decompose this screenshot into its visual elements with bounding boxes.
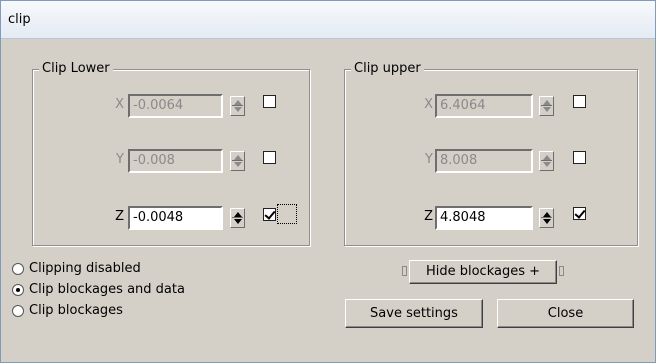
upper-y-spinner[interactable]: [539, 151, 554, 171]
clip-lower-title: Clip Lower: [39, 61, 113, 77]
lower-z-label: Z: [115, 209, 124, 224]
window-title: clip: [8, 12, 31, 27]
lower-z-input[interactable]: -0.0048: [128, 206, 223, 230]
toggle-right-handle: [559, 266, 564, 276]
radio-label: Clip blockages and data: [29, 282, 185, 297]
spin-down-icon: [543, 219, 551, 224]
close-button[interactable]: Close: [497, 299, 634, 328]
lower-z-spinner[interactable]: [230, 208, 245, 228]
upper-y-input[interactable]: 8.008: [435, 149, 533, 173]
lower-y-checkbox[interactable]: [263, 151, 276, 164]
upper-y-label: Y: [425, 152, 433, 167]
lower-y-input[interactable]: -0.008: [128, 149, 223, 173]
radio-indicator[interactable]: [12, 263, 24, 275]
spin-down-icon: [543, 162, 551, 167]
spin-down-icon: [234, 162, 242, 167]
toggle-left-handle: [402, 266, 407, 276]
hide-blockages-button[interactable]: Hide blockages +: [409, 260, 557, 284]
lower-x-label: X: [115, 97, 124, 112]
lower-x-input[interactable]: -0.0064: [128, 94, 223, 118]
upper-y-checkbox[interactable]: [573, 151, 586, 164]
radio-label: Clip blockages: [29, 303, 123, 318]
clip-upper-title: Clip upper: [351, 61, 424, 77]
upper-x-checkbox[interactable]: [573, 95, 586, 108]
upper-z-input[interactable]: 4.8048: [435, 206, 533, 230]
focus-indicator: [277, 204, 297, 224]
upper-x-input[interactable]: 6.4064: [435, 94, 533, 118]
upper-x-spinner[interactable]: [539, 96, 554, 116]
radio-indicator[interactable]: [12, 284, 24, 296]
radio-indicator[interactable]: [12, 305, 24, 317]
upper-x-label: X: [424, 97, 433, 112]
lower-y-spinner[interactable]: [230, 151, 245, 171]
lower-y-label: Y: [116, 152, 124, 167]
title-bar[interactable]: clip: [1, 1, 655, 39]
spin-down-icon: [543, 107, 551, 112]
save-settings-button[interactable]: Save settings: [345, 299, 483, 328]
radio-label: Clipping disabled: [29, 261, 141, 276]
upper-z-checkbox[interactable]: [573, 207, 586, 220]
upper-z-label: Z: [424, 209, 433, 224]
lower-z-checkbox[interactable]: [263, 208, 276, 221]
clip-dialog: clip Clip Lower X -0.0064 Y -0.008 Z -0.…: [0, 0, 656, 363]
upper-z-spinner[interactable]: [539, 208, 554, 228]
spin-down-icon: [234, 107, 242, 112]
lower-x-spinner[interactable]: [230, 96, 245, 116]
spin-down-icon: [234, 219, 242, 224]
lower-x-checkbox[interactable]: [263, 95, 276, 108]
